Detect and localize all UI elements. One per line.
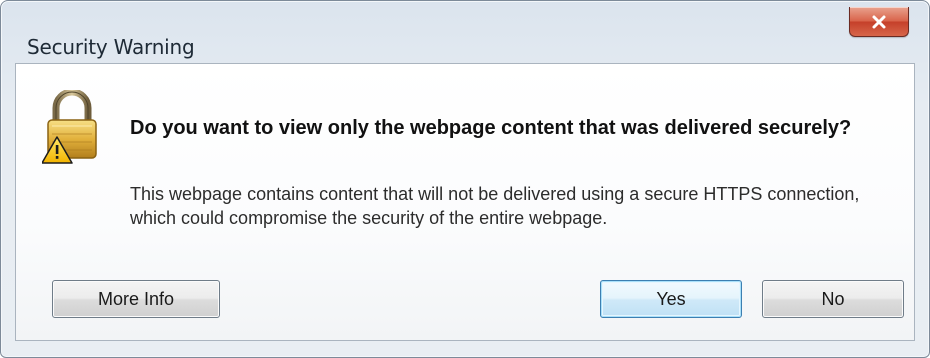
warning-heading: Do you want to view only the webpage con…	[130, 117, 852, 139]
warning-description: This webpage contains content that will …	[130, 184, 860, 228]
no-button[interactable]: No	[762, 280, 904, 318]
yes-button[interactable]: Yes	[600, 280, 742, 318]
close-button[interactable]	[849, 7, 909, 37]
title-bar[interactable]: Security Warning	[9, 7, 921, 59]
dialog-title: Security Warning	[27, 35, 195, 59]
lock-warning-icon	[42, 90, 97, 164]
security-warning-dialog: Security Warning Do you want to view onl…	[0, 0, 930, 358]
more-info-button[interactable]: More Info	[52, 280, 220, 318]
close-icon	[872, 15, 886, 28]
dialog-content: Do you want to view only the webpage con…	[15, 63, 915, 341]
